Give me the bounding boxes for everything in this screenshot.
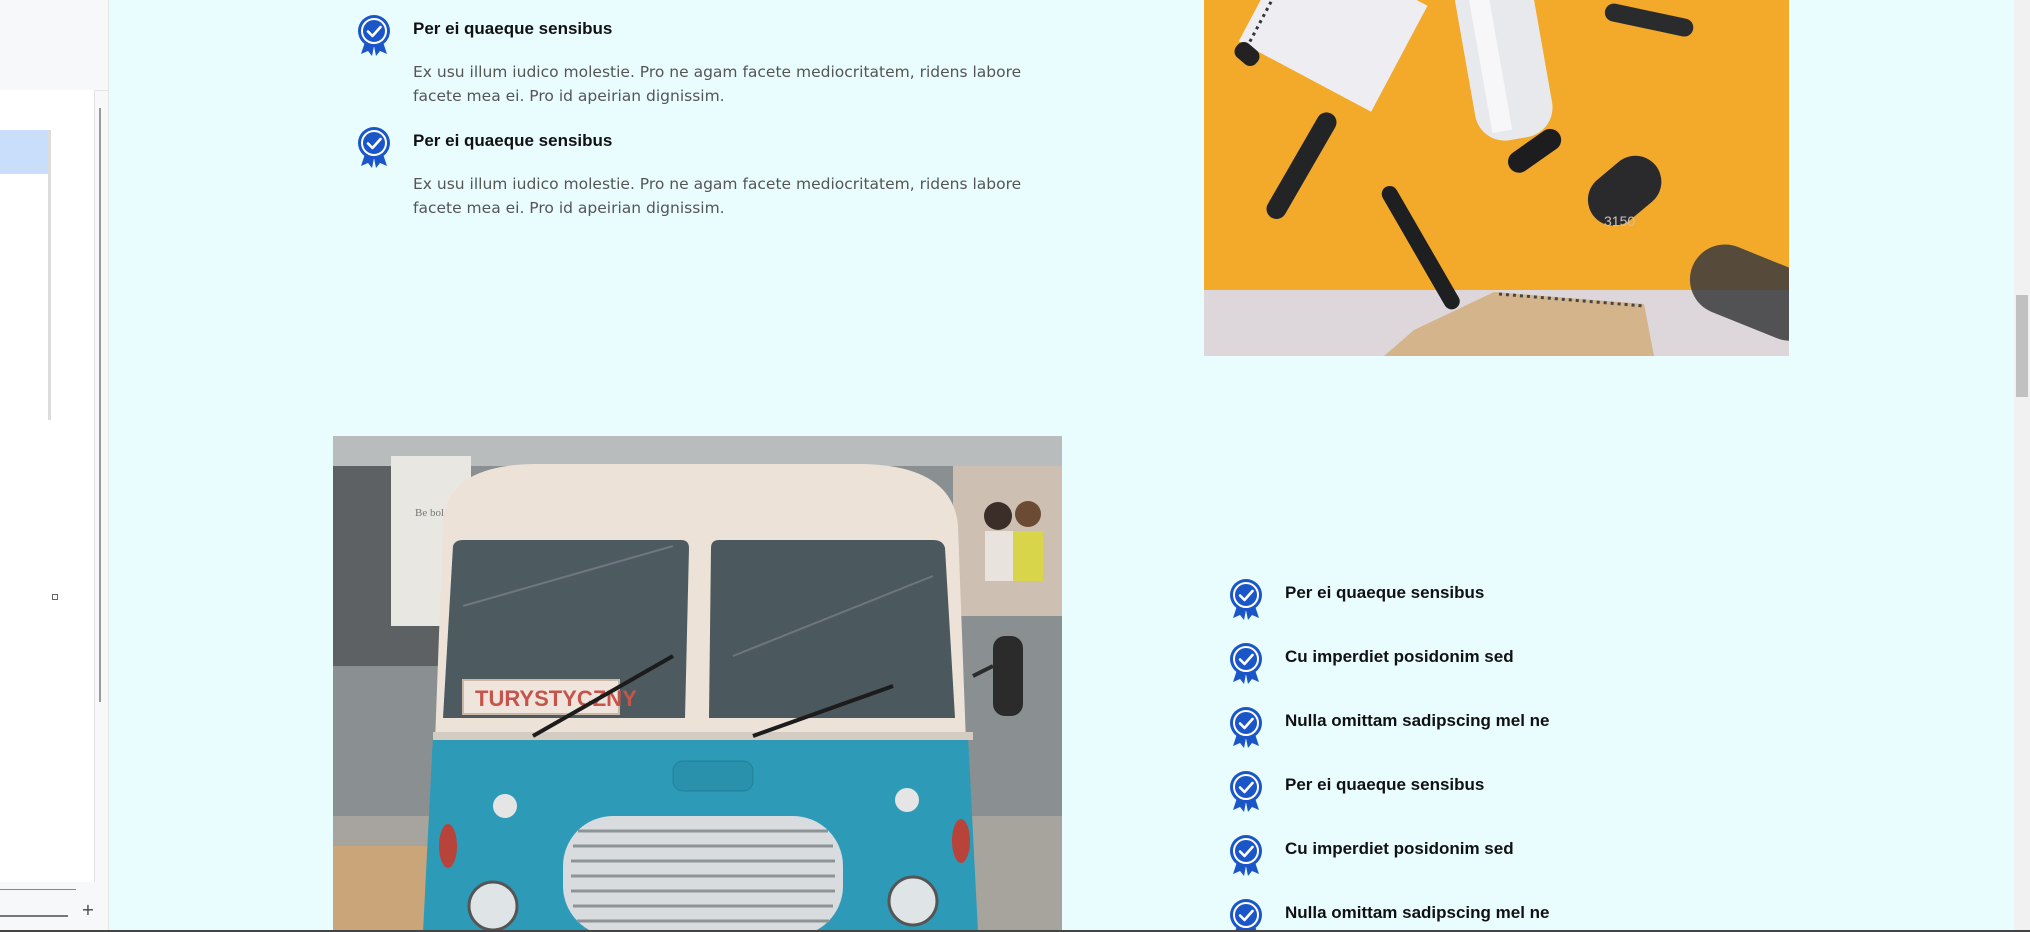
page-scrollbar-thumb[interactable] xyxy=(2016,295,2028,397)
award-check-icon xyxy=(358,127,390,168)
award-check-icon xyxy=(1230,579,1262,620)
feature-title: Cu imperdiet posidonim sed xyxy=(1285,647,1514,666)
feature-title: Per ei quaeque sensibus xyxy=(413,19,613,38)
stationery-photo: 3150 xyxy=(1204,0,1789,356)
award-check-icon xyxy=(1230,835,1262,876)
feature-list-item: Nulla omittam sadipscing mel ne xyxy=(1228,898,1728,932)
feature-list-item: Per ei quaeque sensibus xyxy=(1228,770,1728,814)
award-check-icon xyxy=(1230,899,1262,932)
side-panel-divider-bottom xyxy=(0,889,76,890)
editor-side-panel: + xyxy=(0,0,109,932)
award-check-icon xyxy=(1230,643,1262,684)
award-check-icon xyxy=(1230,707,1262,748)
feature-description: Ex usu illum iudico molestie. Pro ne aga… xyxy=(413,175,1022,217)
bus-photo: Be bold Be true Be you TURYSTYCZNY xyxy=(333,436,1062,932)
feature-title: Per ei quaeque sensibus xyxy=(1285,583,1485,602)
side-panel-scrollbar[interactable] xyxy=(48,130,51,420)
feature-title: Nulla omittam sadipscing mel ne xyxy=(1285,903,1550,922)
side-panel-divider[interactable] xyxy=(99,108,101,702)
feature-item: Per ei quaeque sensibus Ex usu illum iud… xyxy=(356,14,1056,114)
feature-list-item: Cu imperdiet posidonim sed xyxy=(1228,834,1728,878)
feature-list-item: Per ei quaeque sensibus xyxy=(1228,578,1728,622)
award-check-icon xyxy=(358,15,390,56)
side-panel-header xyxy=(0,0,108,91)
side-panel-slider[interactable] xyxy=(0,915,68,917)
feature-title: Per ei quaeque sensibus xyxy=(413,131,613,150)
resize-handle[interactable] xyxy=(52,594,58,600)
feature-list-item: Cu imperdiet posidonim sed xyxy=(1228,642,1728,686)
bus-illustration: Be bold Be true Be you TURYSTYCZNY xyxy=(333,436,1062,932)
feature-description: Ex usu illum iudico molestie. Pro ne aga… xyxy=(413,63,1022,105)
marker-label: 3150 xyxy=(1604,213,1635,229)
feature-list-item: Nulla omittam sadipscing mel ne xyxy=(1228,706,1728,750)
page-scrollbar[interactable] xyxy=(2014,0,2030,932)
feature-title: Per ei quaeque sensibus xyxy=(1285,775,1485,794)
side-panel-selected-item[interactable] xyxy=(0,130,48,174)
feature-title: Nulla omittam sadipscing mel ne xyxy=(1285,711,1550,730)
stationery-illustration: 3150 xyxy=(1204,0,1789,356)
plus-icon[interactable]: + xyxy=(80,902,96,918)
feature-item: Per ei quaeque sensibus Ex usu illum iud… xyxy=(356,126,1056,226)
award-check-icon xyxy=(1230,771,1262,812)
feature-title: Cu imperdiet posidonim sed xyxy=(1285,839,1514,858)
